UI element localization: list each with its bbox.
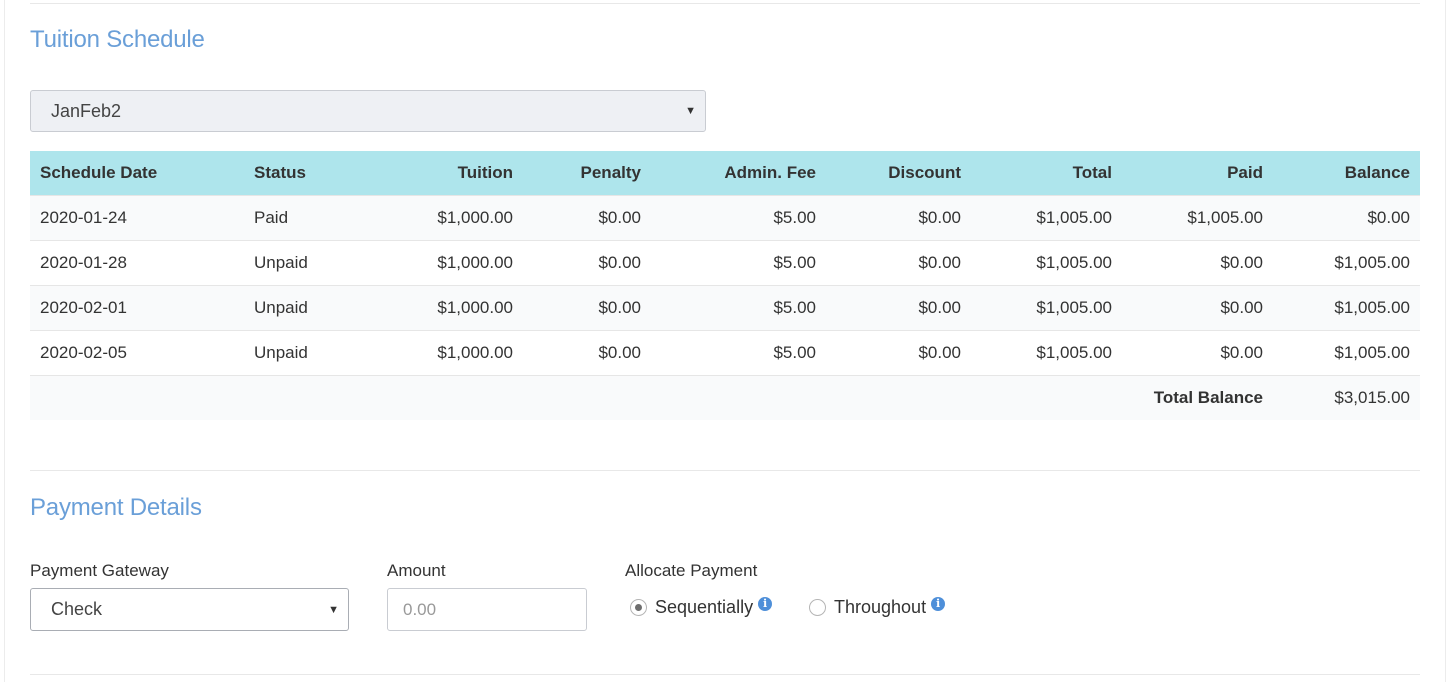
cell-balance: $0.00: [1273, 194, 1420, 240]
col-total: Total: [971, 151, 1122, 195]
payment-details-title: Payment Details: [30, 494, 202, 521]
cell-discount: $0.00: [826, 329, 971, 375]
cell-tuition: $1,000.00: [384, 194, 523, 240]
payment-gateway-select[interactable]: Check ▼: [30, 588, 349, 631]
cell-balance: $1,005.00: [1273, 239, 1420, 285]
radio-checked-icon[interactable]: [630, 599, 647, 616]
cell-tuition: $1,000.00: [384, 239, 523, 285]
radio-sequentially[interactable]: Sequentially i: [630, 596, 773, 618]
info-icon[interactable]: i: [758, 596, 773, 611]
cell-admin-fee: $5.00: [651, 194, 826, 240]
cell-total: $1,005.00: [971, 329, 1122, 375]
total-balance-label: Total Balance: [1122, 374, 1273, 420]
divider-top: [30, 3, 1420, 4]
cell-date: 2020-01-28: [30, 239, 244, 285]
col-admin-fee: Admin. Fee: [651, 151, 826, 195]
cell-discount: $0.00: [826, 194, 971, 240]
amount-label: Amount: [387, 561, 446, 580]
payment-gateway-label: Payment Gateway: [30, 561, 169, 580]
radio-throughout-label: Throughout: [834, 597, 927, 617]
col-tuition: Tuition: [384, 151, 523, 195]
schedule-select[interactable]: JanFeb2 ▼: [30, 90, 706, 132]
divider-middle: [30, 470, 1420, 471]
col-balance: Balance: [1273, 151, 1420, 195]
cell-admin-fee: $5.00: [651, 239, 826, 285]
payment-gateway-value: Check: [51, 599, 103, 619]
col-discount: Discount: [826, 151, 971, 195]
chevron-down-icon: ▼: [685, 105, 696, 117]
cell-total: $1,005.00: [971, 239, 1122, 285]
table-row: 2020-01-28 Unpaid $1,000.00 $0.00 $5.00 …: [30, 239, 1420, 285]
chevron-down-icon: ▼: [328, 603, 339, 616]
cell-penalty: $0.00: [523, 284, 651, 330]
cell-paid: $0.00: [1122, 239, 1273, 285]
cell-penalty: $0.00: [523, 329, 651, 375]
cell-status: Unpaid: [244, 329, 384, 375]
cell-balance: $1,005.00: [1273, 329, 1420, 375]
table-row: 2020-02-05 Unpaid $1,000.00 $0.00 $5.00 …: [30, 329, 1420, 375]
radio-sequentially-label: Sequentially: [655, 597, 754, 617]
cell-paid: $0.00: [1122, 284, 1273, 330]
cell-penalty: $0.00: [523, 194, 651, 240]
cell-tuition: $1,000.00: [384, 284, 523, 330]
cell-date: 2020-02-05: [30, 329, 244, 375]
radio-throughout[interactable]: Throughout i: [809, 596, 946, 618]
cell-date: 2020-01-24: [30, 194, 244, 240]
cell-balance: $1,005.00: [1273, 284, 1420, 330]
cell-total: $1,005.00: [971, 194, 1122, 240]
radio-unchecked-icon[interactable]: [809, 599, 826, 616]
cell-tuition: $1,000.00: [384, 329, 523, 375]
col-status: Status: [244, 151, 384, 195]
cell-status: Unpaid: [244, 239, 384, 285]
schedule-select-value: JanFeb2: [51, 100, 122, 121]
tuition-panel: Tuition Schedule JanFeb2 ▼ Schedule Date…: [4, 0, 1446, 682]
table-header-row: Schedule Date Status Tuition Penalty Adm…: [30, 151, 1420, 195]
col-penalty: Penalty: [523, 151, 651, 195]
tuition-schedule-title: Tuition Schedule: [30, 26, 205, 53]
table-row: 2020-01-24 Paid $1,000.00 $0.00 $5.00 $0…: [30, 194, 1420, 240]
cell-penalty: $0.00: [523, 239, 651, 285]
info-icon[interactable]: i: [931, 596, 946, 611]
total-balance-value: $3,015.00: [1273, 374, 1420, 420]
divider-bottom: [30, 674, 1420, 675]
allocate-payment-label: Allocate Payment: [625, 561, 758, 580]
cell-paid: $0.00: [1122, 329, 1273, 375]
table-row: 2020-02-01 Unpaid $1,000.00 $0.00 $5.00 …: [30, 284, 1420, 330]
total-balance-row: Total Balance $3,015.00: [30, 374, 1420, 420]
cell-admin-fee: $5.00: [651, 284, 826, 330]
cell-date: 2020-02-01: [30, 284, 244, 330]
col-paid: Paid: [1122, 151, 1273, 195]
cell-status: Unpaid: [244, 284, 384, 330]
amount-placeholder: 0.00: [403, 599, 437, 619]
cell-discount: $0.00: [826, 284, 971, 330]
cell-total: $1,005.00: [971, 284, 1122, 330]
cell-status: Paid: [244, 194, 384, 240]
tuition-schedule-table: Schedule Date Status Tuition Penalty Adm…: [30, 151, 1420, 420]
cell-admin-fee: $5.00: [651, 329, 826, 375]
cell-paid: $1,005.00: [1122, 194, 1273, 240]
amount-input[interactable]: 0.00: [387, 588, 587, 631]
col-schedule-date: Schedule Date: [30, 151, 244, 195]
cell-discount: $0.00: [826, 239, 971, 285]
